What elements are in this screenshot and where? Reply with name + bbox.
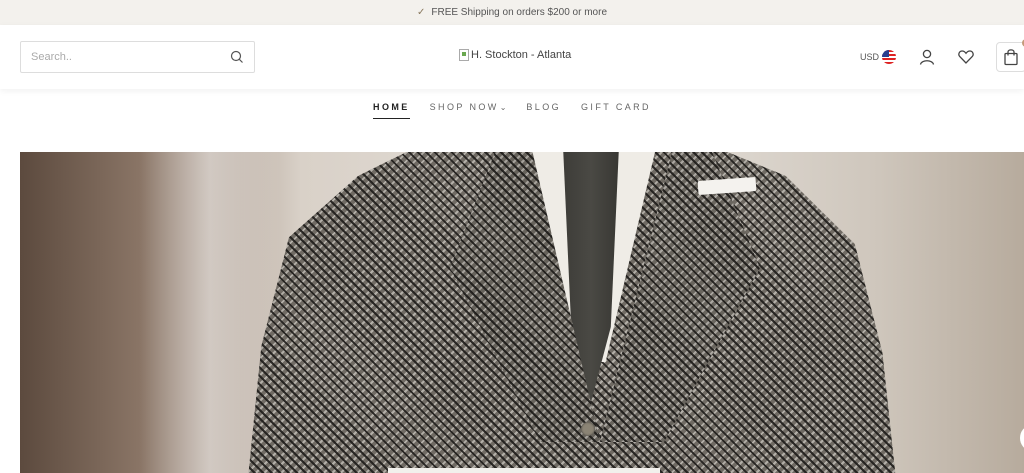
wishlist-button[interactable] <box>955 46 977 68</box>
account-icon <box>919 49 935 65</box>
header-actions: USD <box>860 39 1024 73</box>
site-header: H. Stockton - Atlanta USD <box>0 25 1024 89</box>
nav-item-shop-now[interactable]: SHOP NOW⌄ <box>430 100 507 118</box>
heart-icon <box>958 50 974 64</box>
site-logo[interactable]: H. Stockton - Atlanta <box>459 49 571 61</box>
announcement-text: FREE Shipping on orders $200 or more <box>431 7 608 18</box>
hero-caption-bar <box>388 468 660 473</box>
nav-item-label: GIFT CARD <box>581 102 651 112</box>
nav-item-blog[interactable]: BLOG <box>526 100 561 118</box>
account-button[interactable] <box>916 46 938 68</box>
announcement-bar: ✓ FREE Shipping on orders $200 or more <box>0 0 1024 25</box>
slider-next-control[interactable] <box>1020 426 1024 450</box>
currency-selector[interactable]: USD <box>860 50 896 64</box>
broken-image-icon <box>459 49 469 61</box>
hero-banner[interactable] <box>20 152 1024 473</box>
nav-item-label: SHOP NOW <box>429 102 499 112</box>
search-input[interactable] <box>31 51 230 63</box>
logo-alt-text: H. Stockton - Atlanta <box>471 49 572 61</box>
search-box[interactable] <box>20 41 255 73</box>
nav-item-label: HOME <box>373 101 410 112</box>
search-icon[interactable] <box>230 50 244 64</box>
nav-item-home[interactable]: HOME <box>373 100 410 119</box>
currency-label: USD <box>859 52 879 62</box>
chevron-down-icon: ⌄ <box>499 103 507 112</box>
nav-item-gift-card[interactable]: GIFT CARD <box>581 100 651 118</box>
check-icon: ✓ <box>416 7 426 18</box>
jacket-button-image <box>581 422 595 436</box>
us-flag-icon <box>882 50 896 64</box>
main-nav: HOME SHOP NOW⌄ BLOG GIFT CARD <box>0 97 1024 121</box>
nav-item-label: BLOG <box>526 102 562 112</box>
cart-button[interactable] <box>996 39 1024 72</box>
shopping-bag-icon <box>1004 49 1018 66</box>
